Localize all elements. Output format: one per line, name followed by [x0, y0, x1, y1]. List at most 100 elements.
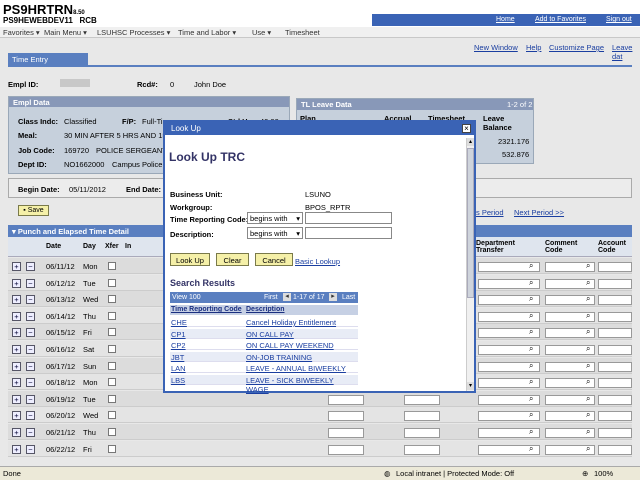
delete-row-icon[interactable]: − — [26, 311, 35, 321]
scroll-thumb[interactable] — [467, 148, 474, 298]
xfer-checkbox[interactable] — [108, 311, 116, 320]
nav-lsuhsc-processes[interactable]: LSUHSC Processes ▾ — [97, 28, 170, 37]
account-code-field[interactable] — [598, 328, 632, 339]
account-code-field[interactable] — [598, 428, 632, 438]
description-input[interactable] — [305, 227, 392, 239]
row-select[interactable] — [404, 411, 440, 422]
result-code-link[interactable]: JBT — [171, 353, 184, 362]
account-code-field[interactable] — [598, 411, 632, 422]
row-select[interactable] — [328, 411, 364, 422]
lookup-icon[interactable]: ⌕ — [529, 327, 533, 337]
add-row-icon[interactable]: + — [12, 262, 21, 271]
lookup-icon[interactable]: ⌕ — [529, 394, 533, 404]
prev-arrow-icon[interactable]: ◂ — [283, 293, 291, 301]
xfer-checkbox[interactable] — [108, 428, 116, 436]
lookup-icon[interactable]: ⌕ — [586, 444, 590, 454]
add-row-icon[interactable]: + — [12, 394, 21, 404]
lookup-icon[interactable]: ⌕ — [529, 278, 533, 288]
add-row-icon[interactable]: + — [12, 378, 21, 388]
lookup-icon[interactable]: ⌕ — [529, 344, 533, 354]
row-select[interactable] — [328, 394, 364, 405]
row-select[interactable] — [404, 394, 440, 405]
row-select[interactable] — [404, 428, 440, 438]
first-link[interactable]: First — [264, 294, 278, 301]
save-button[interactable]: ▪ Save — [18, 205, 49, 216]
nav-favorites[interactable]: Favorites ▾ — [3, 28, 40, 37]
add-row-icon[interactable]: + — [12, 361, 21, 371]
account-code-field[interactable] — [598, 262, 632, 272]
lookup-icon[interactable]: ⌕ — [586, 261, 590, 271]
lookup-icon[interactable]: ⌕ — [586, 327, 590, 337]
lookup-icon[interactable]: ⌕ — [586, 377, 590, 387]
col-time-reporting-code[interactable]: Time Reporting Code — [171, 306, 242, 313]
lookup-icon[interactable]: ⌕ — [586, 278, 590, 288]
lookup-icon[interactable]: ⌕ — [586, 410, 590, 420]
account-code-field[interactable] — [598, 311, 632, 322]
clear-button[interactable]: Clear — [216, 253, 249, 266]
xfer-checkbox[interactable] — [108, 411, 116, 420]
home-link[interactable]: Home — [496, 16, 515, 23]
lookup-icon[interactable]: ⌕ — [586, 344, 590, 354]
cancel-button[interactable]: Cancel — [255, 253, 293, 266]
result-code-link[interactable]: CP1 — [171, 330, 186, 339]
sign-out-link[interactable]: Sign out — [606, 16, 632, 23]
lookup-icon[interactable]: ⌕ — [529, 261, 533, 271]
leave-data-link[interactable]: Leave dat — [612, 43, 640, 61]
previous-period-link[interactable]: s Period — [476, 208, 504, 217]
result-description-link[interactable]: LEAVE - ANNUAL BIWEEKLY — [246, 364, 346, 373]
nav-time-and-labor[interactable]: Time and Labor ▾ — [178, 28, 236, 37]
result-code-link[interactable]: LAN — [171, 364, 186, 373]
delete-row-icon[interactable]: − — [26, 262, 35, 271]
description-operator-select[interactable]: begins with ▾ — [247, 227, 303, 239]
delete-row-icon[interactable]: − — [26, 444, 35, 454]
next-period-link[interactable]: Next Period >> — [514, 208, 564, 217]
next-arrow-icon[interactable]: ▸ — [329, 293, 337, 301]
zoom-icon[interactable]: ⊕ — [582, 469, 588, 478]
result-code-link[interactable]: CHE — [171, 318, 187, 327]
lookup-icon[interactable]: ⌕ — [529, 427, 533, 437]
delete-row-icon[interactable]: − — [26, 361, 35, 371]
xfer-checkbox[interactable] — [108, 345, 116, 353]
lookup-icon[interactable]: ⌕ — [586, 294, 590, 304]
add-row-icon[interactable]: + — [12, 278, 21, 288]
delete-row-icon[interactable]: − — [26, 428, 35, 437]
add-row-icon[interactable]: + — [12, 411, 21, 421]
account-code-field[interactable] — [598, 394, 632, 405]
add-row-icon[interactable]: + — [12, 295, 21, 305]
result-description-link[interactable]: Cancel Holiday Entitlement — [246, 318, 336, 327]
xfer-checkbox[interactable] — [108, 394, 116, 403]
result-description-link[interactable]: ON CALL PAY — [246, 330, 294, 339]
trc-input[interactable] — [305, 212, 392, 224]
account-code-field[interactable] — [598, 378, 632, 389]
delete-row-icon[interactable]: − — [26, 278, 35, 288]
close-icon[interactable]: × — [462, 124, 471, 133]
result-description-link[interactable]: LEAVE - SICK BIWEEKLY WAGE — [246, 376, 358, 394]
account-code-field[interactable] — [598, 444, 632, 455]
delete-row-icon[interactable]: − — [26, 411, 35, 421]
xfer-checkbox[interactable] — [108, 361, 116, 370]
tab-time-entry[interactable]: Time Entry — [8, 53, 88, 65]
row-select[interactable] — [328, 444, 364, 455]
result-code-link[interactable]: LBS — [171, 376, 185, 385]
nav-main-menu[interactable]: Main Menu ▾ — [44, 28, 87, 37]
lookup-icon[interactable]: ⌕ — [586, 311, 590, 321]
delete-row-icon[interactable]: − — [26, 378, 35, 388]
zoom-level[interactable]: 100% — [594, 469, 613, 478]
xfer-checkbox[interactable] — [108, 444, 116, 453]
add-row-icon[interactable]: + — [12, 328, 21, 338]
xfer-checkbox[interactable] — [108, 262, 116, 270]
xfer-checkbox[interactable] — [108, 328, 116, 337]
lookup-icon[interactable]: ⌕ — [586, 427, 590, 437]
lookup-icon[interactable]: ⌕ — [586, 361, 590, 371]
new-window-link[interactable]: New Window — [474, 43, 518, 52]
nav-use[interactable]: Use ▾ — [252, 28, 271, 37]
row-select[interactable] — [328, 428, 364, 438]
lookup-icon[interactable]: ⌕ — [529, 294, 533, 304]
scroll-down-icon[interactable]: ▾ — [467, 382, 474, 390]
lookup-icon[interactable]: ⌕ — [529, 444, 533, 454]
account-code-field[interactable] — [598, 345, 632, 355]
xfer-checkbox[interactable] — [108, 278, 116, 287]
add-row-icon[interactable]: + — [12, 345, 21, 354]
delete-row-icon[interactable]: − — [26, 345, 35, 354]
col-description[interactable]: Description — [246, 306, 285, 313]
